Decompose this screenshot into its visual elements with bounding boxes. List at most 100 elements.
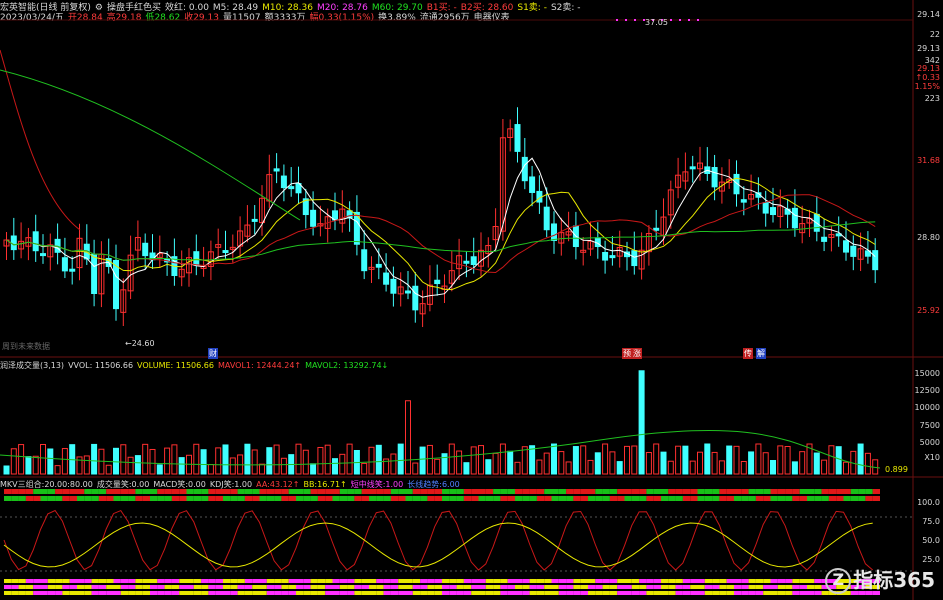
mkv-strip bbox=[836, 496, 844, 501]
mkv-strip bbox=[515, 585, 523, 589]
mkv-strip bbox=[4, 489, 12, 494]
mkv-strip bbox=[850, 489, 859, 494]
mkv-strip bbox=[4, 591, 12, 595]
event-tag-zhang[interactable]: 涨 bbox=[632, 348, 642, 359]
mkv-strip bbox=[215, 496, 223, 501]
mkv-strip bbox=[544, 579, 552, 583]
mkv-strip bbox=[734, 496, 742, 501]
volume-bar bbox=[142, 443, 149, 475]
mkv-strip bbox=[390, 489, 399, 494]
mkv-strip bbox=[310, 496, 318, 501]
mkv-strip bbox=[602, 496, 610, 501]
mkv-strip bbox=[719, 591, 727, 595]
mkv-strip bbox=[646, 591, 654, 595]
mkv-strip bbox=[98, 585, 107, 589]
mkv-strip bbox=[507, 579, 515, 583]
event-tag-cai[interactable]: 财 bbox=[208, 348, 218, 359]
mkv-strip bbox=[354, 591, 362, 595]
mkv-strip bbox=[624, 489, 632, 494]
mkv-strip bbox=[347, 496, 355, 501]
volume-bar bbox=[368, 446, 375, 475]
candle-body bbox=[251, 218, 258, 222]
candle-body bbox=[762, 202, 769, 214]
mkv-strip bbox=[522, 496, 530, 501]
mkv-strip bbox=[442, 489, 450, 494]
mkv-strip bbox=[332, 579, 340, 583]
mkv-strip bbox=[223, 591, 231, 595]
mkv-strip bbox=[106, 591, 114, 595]
mkv-strip bbox=[369, 496, 377, 501]
mkv-strip bbox=[748, 489, 756, 494]
mkv-strip bbox=[566, 585, 574, 589]
event-tag-jie[interactable]: 解 bbox=[756, 348, 766, 359]
mkv-strip bbox=[47, 591, 56, 595]
mkv-strip bbox=[799, 496, 807, 501]
volume-bar bbox=[762, 452, 769, 475]
mkv-strip bbox=[478, 489, 486, 494]
mkv-strip bbox=[675, 585, 683, 589]
mkv-strip bbox=[354, 585, 362, 589]
ma60-line bbox=[6, 221, 876, 261]
volume-axis-label: 15000 bbox=[914, 369, 940, 378]
mkv-strip bbox=[427, 585, 435, 589]
mkv-strip bbox=[704, 579, 713, 583]
candle-body bbox=[653, 227, 660, 231]
mkv-strip bbox=[361, 591, 369, 595]
mkv-strip bbox=[712, 489, 720, 494]
mkv-strip bbox=[770, 489, 778, 494]
mkv-strip bbox=[55, 585, 63, 589]
mkv-strip bbox=[755, 489, 764, 494]
mkv-strip bbox=[157, 585, 165, 589]
mkv-strip bbox=[106, 496, 114, 501]
volume-axis-label: 10000 bbox=[914, 403, 940, 412]
mkv-strip bbox=[777, 489, 786, 494]
mkv-strip bbox=[420, 591, 428, 595]
mkv-strip bbox=[566, 489, 574, 494]
mkv-strip bbox=[186, 579, 194, 583]
mkv-strip bbox=[828, 496, 837, 501]
mkv-strip bbox=[179, 579, 187, 583]
mkv-strip bbox=[98, 496, 107, 501]
mkv-strip bbox=[427, 591, 435, 595]
event-tag-yu[interactable]: 预 bbox=[622, 348, 632, 359]
volume-bar bbox=[821, 459, 828, 475]
mkv-strip bbox=[274, 591, 282, 595]
volume-bar bbox=[18, 444, 25, 475]
mkv-strip bbox=[259, 591, 267, 595]
mkv-strip bbox=[858, 489, 866, 494]
mkv-strip bbox=[726, 496, 734, 501]
candle-body bbox=[770, 207, 776, 216]
volume-axis-label: 5000 bbox=[919, 438, 940, 447]
mkv-strip bbox=[193, 496, 202, 501]
candle-body bbox=[10, 235, 17, 251]
mkv-strip bbox=[208, 496, 216, 501]
volume-bar bbox=[105, 464, 112, 475]
volume-bar bbox=[470, 446, 477, 475]
volume-bar bbox=[156, 464, 163, 475]
mkv-strip bbox=[770, 585, 778, 589]
mkv-strip bbox=[77, 579, 85, 583]
volume-bar bbox=[675, 445, 682, 475]
mkv-strip bbox=[719, 489, 727, 494]
mkv-strip bbox=[500, 489, 508, 494]
volume-bar bbox=[251, 449, 258, 475]
mkv-strip bbox=[296, 579, 304, 583]
mkv-strip bbox=[47, 585, 56, 589]
candle-body bbox=[872, 250, 879, 271]
mkv-strip bbox=[339, 591, 348, 595]
mkv-strip bbox=[799, 585, 807, 589]
mkv-strip bbox=[536, 591, 545, 595]
volume-bar bbox=[273, 444, 280, 475]
mkv-strip bbox=[84, 579, 92, 583]
event-tag-chuan[interactable]: 传 bbox=[743, 348, 753, 359]
candlestick-chart[interactable] bbox=[0, 0, 943, 600]
volume-bar bbox=[726, 445, 733, 475]
mkv-strip bbox=[668, 579, 676, 583]
mkv-strip bbox=[515, 579, 523, 583]
candle-body bbox=[631, 250, 638, 267]
mkv-strip bbox=[697, 579, 705, 583]
mkv-strip bbox=[463, 591, 472, 595]
mkv-strip bbox=[150, 489, 158, 494]
mkv-strip bbox=[544, 489, 552, 494]
volume-axis-label: 7500 bbox=[919, 421, 940, 430]
